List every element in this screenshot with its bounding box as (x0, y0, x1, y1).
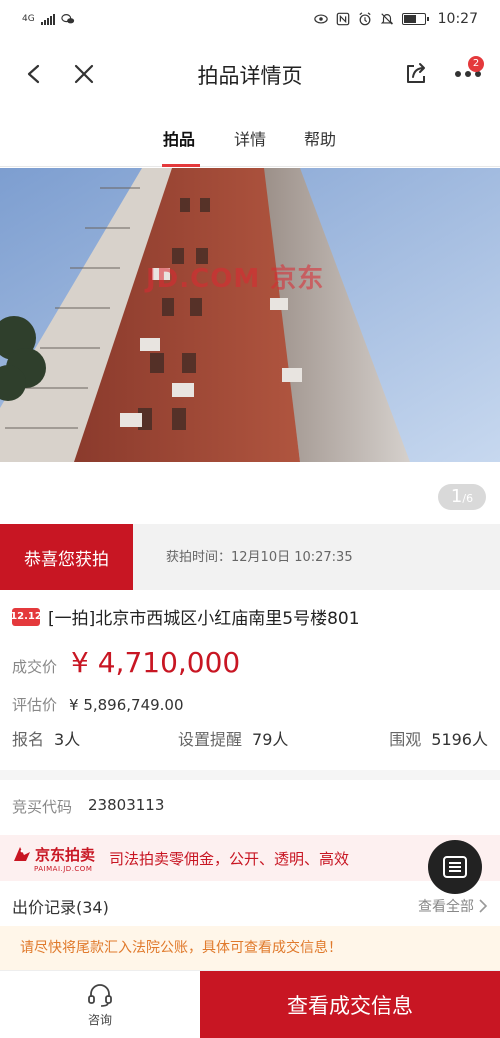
stat-value: 79人 (252, 730, 289, 749)
bid-code-value: 23803113 (88, 796, 165, 814)
jd-auction-logo: 京东拍卖 PAIMAI.JD.COM (12, 844, 95, 873)
alarm-icon (359, 12, 371, 26)
payment-notice: 请尽快将尾款汇入法院公账，具体可查看成交信息！ (0, 926, 500, 970)
bid-history-row: 出价记录(34) 查看全部 (12, 894, 488, 918)
bottom-action-bar: 咨询 查看成交信息 (0, 970, 500, 1038)
status-bar: 4G 10:27 (0, 0, 500, 38)
mute-icon (380, 13, 393, 25)
nfc-icon (336, 12, 349, 26)
lot-title-text: [一拍]北京市西城区小红庙南里5号楼801 (48, 609, 360, 629)
watermark: JD.COM 京东 (146, 264, 325, 294)
stat-watchers: 围观 5196人 (389, 726, 488, 750)
view-all-label: 查看全部 (418, 899, 474, 915)
tab-bar: 拍品 详情 帮助 (0, 112, 500, 167)
carousel-footer: 1/6 (0, 462, 500, 524)
photo-pager: 1/6 (438, 484, 486, 510)
estimate-price-row: 评估价 ¥ 5,896,749.00 (12, 694, 184, 715)
lot-stats: 报名 3人 设置提醒 79人 围观 5196人 (12, 726, 488, 750)
promo-1212-badge: 12.12 (10, 607, 42, 626)
battery-icon (401, 13, 429, 25)
nav-bar: 拍品详情页 2 (0, 44, 500, 104)
pager-current: 1 (450, 486, 463, 507)
bid-code-label: 竞买代码 (12, 798, 73, 816)
stat-label: 围观 (389, 730, 422, 749)
promo-text: 司法拍卖零佣金，公开、透明、高效 (109, 849, 350, 868)
floating-menu-button[interactable] (428, 840, 482, 894)
deal-price-label: 成交价 (12, 658, 58, 676)
more-button[interactable]: 2 (448, 54, 488, 94)
network-label: 4G (22, 14, 35, 24)
consult-button[interactable]: 咨询 (0, 971, 200, 1038)
deal-price-row: 成交价 ¥ 4,710,000 (12, 646, 240, 679)
section-divider (0, 770, 500, 780)
view-all-bids-link[interactable]: 查看全部 (418, 896, 488, 916)
tab-lot[interactable]: 拍品 (163, 126, 195, 150)
status-time: 10:27 (437, 11, 478, 27)
jd-auction-domain: PAIMAI.JD.COM (34, 864, 93, 873)
estimate-price-label: 评估价 (12, 696, 58, 714)
share-icon (407, 63, 425, 83)
lot-title: 12.12 [一拍]北京市西城区小红庙南里5号楼801 (10, 604, 360, 629)
consult-label: 咨询 (87, 1012, 112, 1027)
building-image (0, 168, 500, 462)
won-tag: 恭喜您获拍 (0, 524, 133, 590)
signal-icon (40, 13, 55, 25)
property-photo[interactable]: JD.COM 京东 (0, 168, 500, 462)
list-icon (443, 856, 467, 878)
stat-value: 3人 (54, 730, 81, 749)
stat-label: 报名 (12, 730, 45, 749)
stat-value: 5196人 (431, 730, 488, 749)
tab-help[interactable]: 帮助 (304, 126, 336, 150)
stat-reminders: 设置提醒 79人 (178, 726, 288, 750)
won-banner: 恭喜您获拍 获拍时间：12月10日 10:27:35 (0, 524, 500, 590)
stat-label: 设置提醒 (178, 730, 243, 749)
estimate-price-value: ¥ 5,896,749.00 (69, 696, 184, 714)
stat-signups: 报名 3人 (12, 726, 80, 750)
share-button[interactable] (396, 54, 436, 94)
active-tab-indicator (162, 164, 200, 167)
won-time: 获拍时间：12月10日 10:27:35 (166, 550, 353, 565)
deal-price-value: ¥ 4,710,000 (71, 646, 241, 679)
bid-code-row: 竞买代码 23803113 (12, 796, 164, 817)
tab-details[interactable]: 详情 (234, 126, 266, 150)
jd-auction-brand: 京东拍卖 (35, 845, 96, 864)
notification-badge: 2 (468, 56, 484, 72)
jd-auction-banner[interactable]: 京东拍卖 PAIMAI.JD.COM 司法拍卖零佣金，公开、透明、高效 (0, 835, 500, 881)
jd-dog-icon (14, 847, 30, 861)
view-deal-info-button[interactable]: 查看成交信息 (200, 971, 500, 1038)
pager-total: /6 (462, 492, 474, 505)
chevron-right-icon (479, 899, 488, 913)
headset-icon (88, 983, 112, 1007)
wechat-icon (61, 14, 74, 24)
bid-history-title: 出价记录(34) (12, 898, 109, 917)
eye-icon (313, 14, 328, 24)
